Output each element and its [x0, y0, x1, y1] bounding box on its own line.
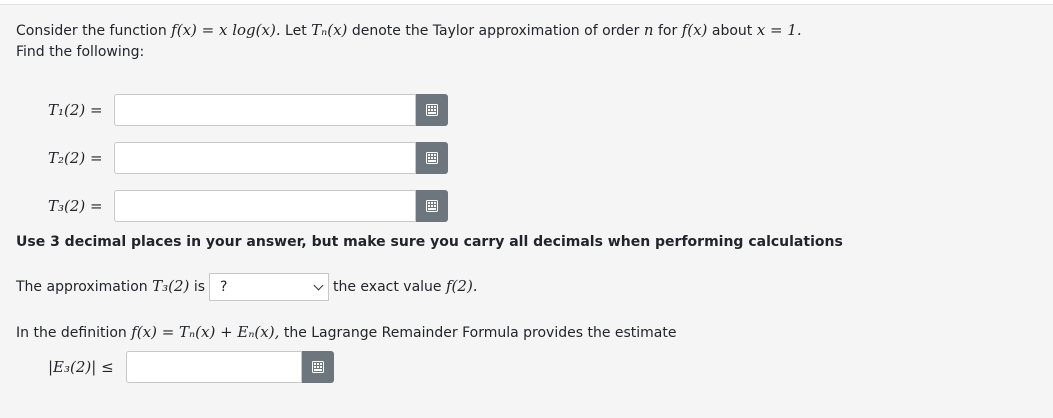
bound-row: |E₃(2)| ≤	[48, 350, 334, 384]
intro-consider: Consider the function	[16, 23, 167, 39]
answer-row-t2: T₂(2) =	[48, 141, 448, 175]
intro-for: for	[657, 23, 678, 39]
keyboard-icon	[426, 152, 438, 164]
comparison-prefix: The approximation	[16, 279, 148, 295]
intro-fx: f(x)	[681, 21, 708, 39]
lagrange-line: In the definition f(x) = Tₙ(x) + Eₙ(x), …	[16, 323, 676, 341]
decimal-instruction: Use 3 decimal places in your answer, but…	[16, 234, 843, 250]
bound-label: |E₃(2)| ≤	[48, 358, 114, 376]
find-following: Find the following:	[16, 44, 145, 60]
comparison-f2: f(2).	[446, 277, 478, 295]
answer-row-t1: T₁(2) =	[48, 93, 448, 127]
chevron-down-icon	[313, 280, 324, 290]
lagrange-formula: f(x) = Tₙ(x) + Eₙ(x),	[131, 323, 280, 341]
comparison-selected-value: ?	[220, 279, 228, 295]
keyboard-icon	[312, 361, 324, 373]
answer-row-t3: T₃(2) =	[48, 189, 448, 223]
math-keyboard-button-t3[interactable]	[416, 190, 448, 222]
answer-input-t2[interactable]	[114, 142, 416, 174]
answer-label-t3: T₃(2) =	[48, 197, 103, 215]
lagrange-prefix: In the definition	[16, 325, 127, 341]
intro-about: about	[711, 23, 753, 39]
intro-line: Consider the function f(x) = x log(x). L…	[16, 21, 802, 39]
intro-function: f(x) = x log(x).	[171, 21, 281, 39]
comparison-line: The approximation T₃(2) is? the exact val…	[16, 272, 478, 301]
intro-tn: Tₙ(x)	[311, 21, 348, 39]
answer-label-t1: T₁(2) =	[48, 101, 103, 119]
intro-x-equals-1: x = 1.	[756, 21, 802, 39]
math-keyboard-button-bound[interactable]	[302, 351, 334, 383]
lagrange-suffix: the Lagrange Remainder Formula provides …	[283, 325, 677, 341]
comparison-is: is	[193, 279, 205, 295]
intro-let: Let	[285, 23, 307, 39]
intro-denote: denote the Taylor approximation of order	[351, 23, 640, 39]
keyboard-icon	[426, 104, 438, 116]
intro-n: n	[643, 21, 654, 39]
question-panel: Consider the function f(x) = x log(x). L…	[0, 4, 1053, 418]
comparison-select[interactable]: ?	[209, 273, 329, 301]
keyboard-icon	[426, 200, 438, 212]
math-keyboard-button-t1[interactable]	[416, 94, 448, 126]
math-keyboard-button-t2[interactable]	[416, 142, 448, 174]
comparison-t3: T₃(2)	[152, 277, 190, 295]
answer-input-t1[interactable]	[114, 94, 416, 126]
comparison-suffix: the exact value	[333, 279, 442, 295]
answer-input-t3[interactable]	[114, 190, 416, 222]
answer-label-t2: T₂(2) =	[48, 149, 103, 167]
bound-input[interactable]	[126, 351, 302, 383]
